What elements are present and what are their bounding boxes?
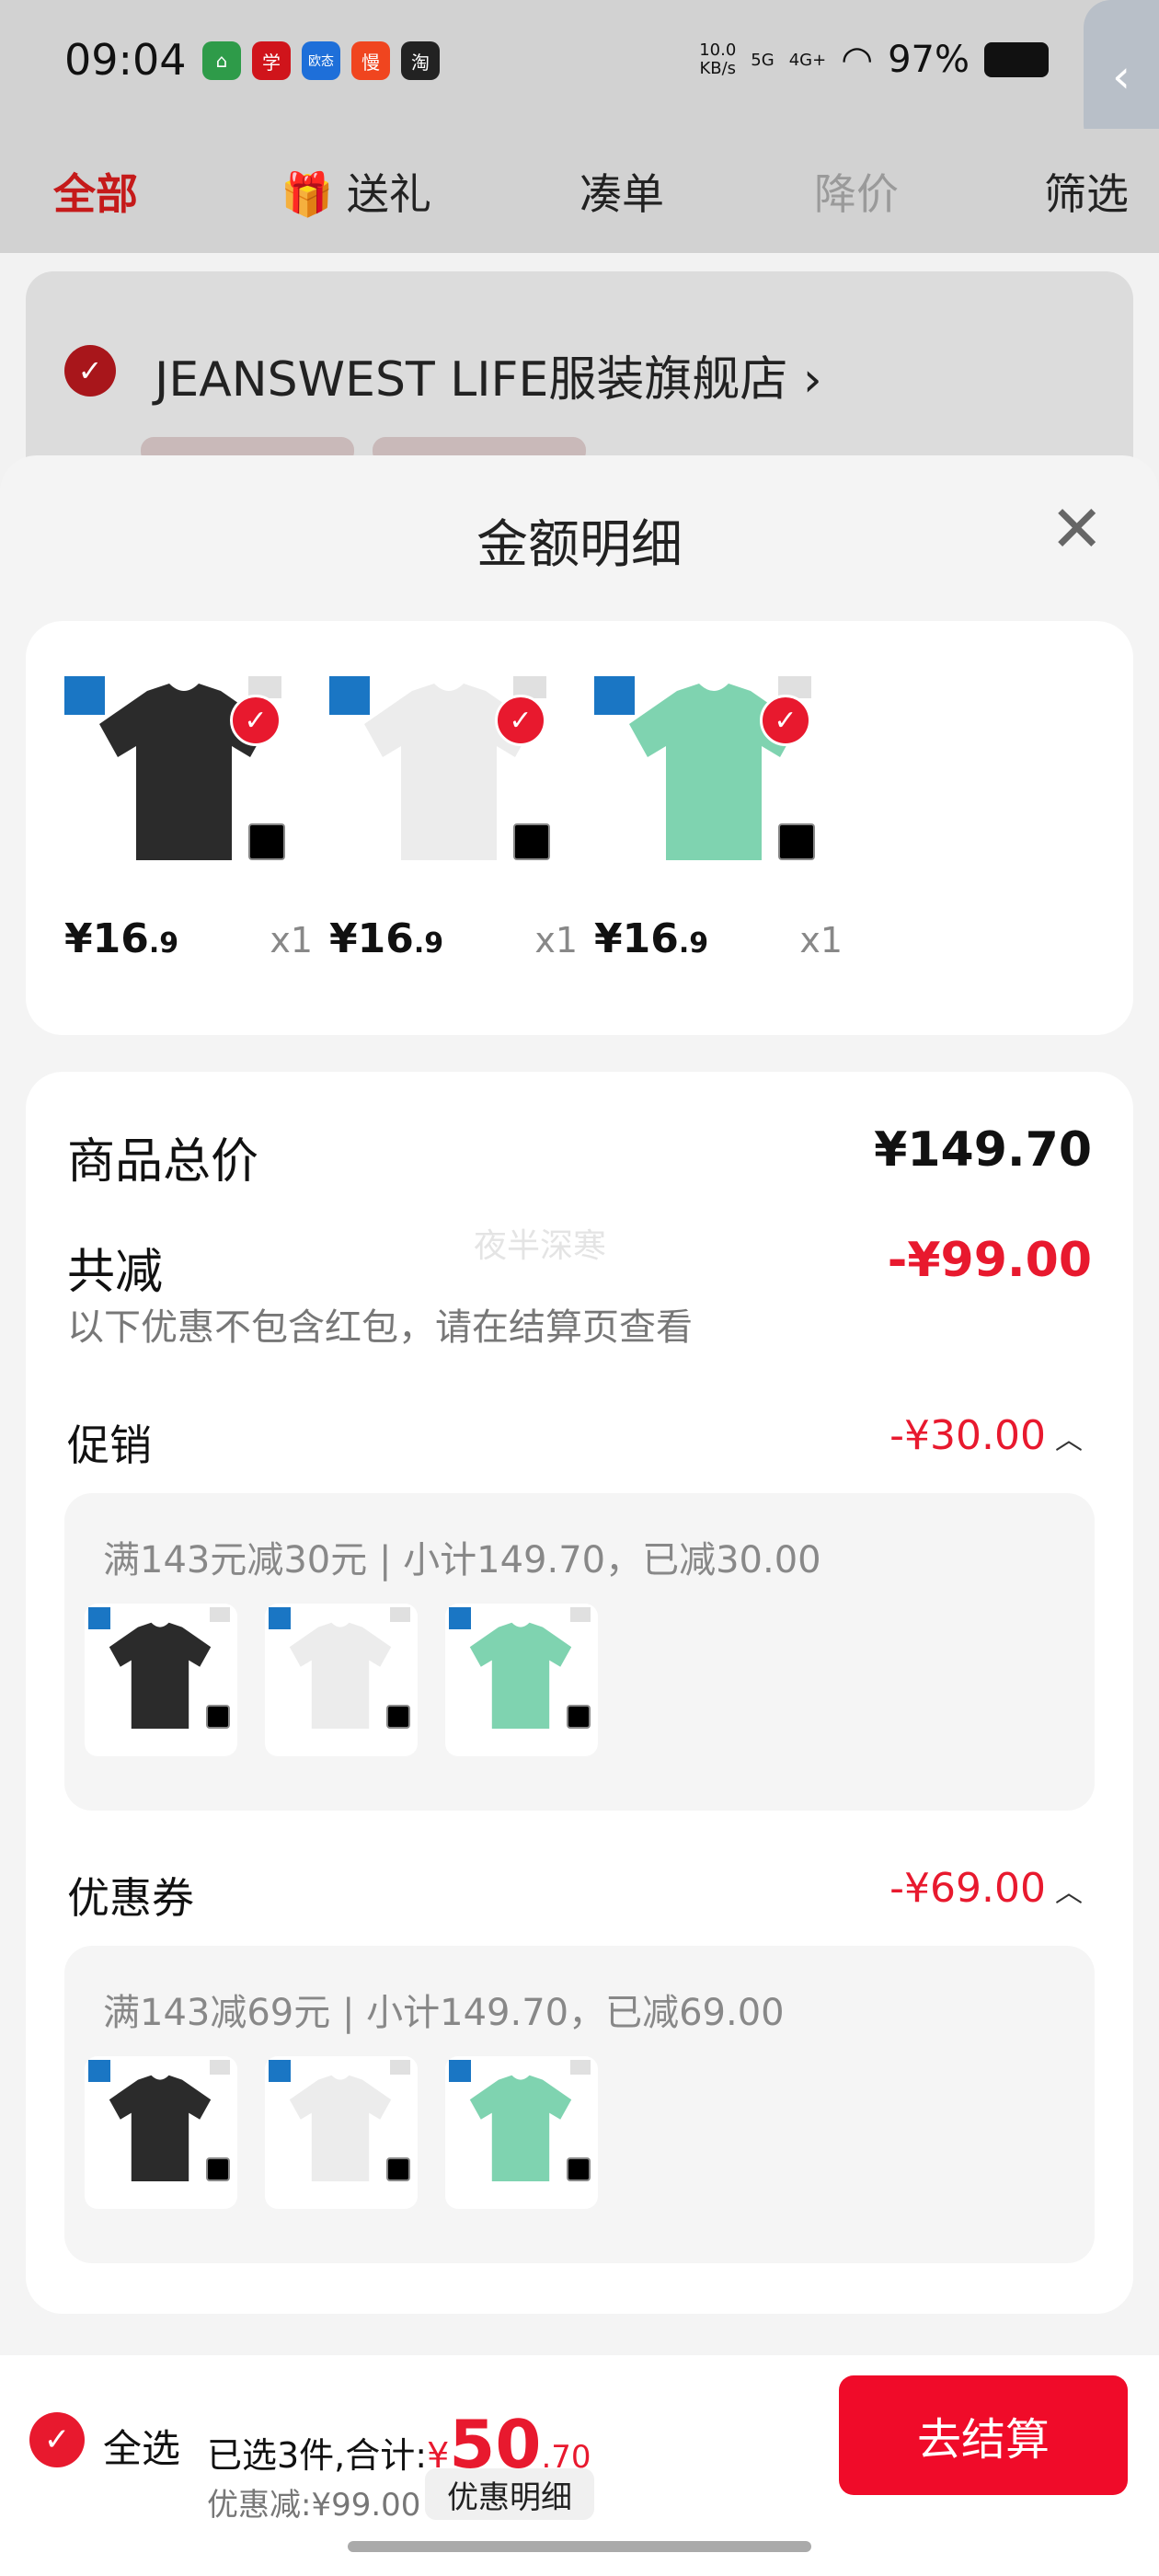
clock: 09:04: [64, 35, 187, 85]
tshirt-mint-thumb: [469, 1622, 572, 1729]
coupon-label: 优惠券: [67, 1873, 194, 1923]
tag-icon: [210, 2060, 230, 2075]
goods-price: ¥16.9: [594, 915, 709, 962]
signal-5g-icon: 5G: [751, 50, 775, 70]
tag-icon: [570, 2060, 591, 2075]
coupon-rule: 满143减69元 | 小计149.70，已减69.00: [103, 1992, 785, 2034]
notification-icons: ⌂ 学 欧态 慢 淘: [202, 41, 440, 80]
system-indicators: 10.0 KB/s 5G 4G+ ◠ 97%: [699, 39, 1049, 81]
discount-amount: 优惠减:¥99.00: [207, 2487, 421, 2524]
phone-chip-icon: [778, 823, 815, 860]
brand-logo-icon: [449, 1607, 471, 1629]
goods-qty: x1: [534, 920, 578, 960]
tag-icon: [210, 1607, 230, 1622]
phone-chip-icon: [386, 2157, 410, 2181]
reduce-value: -¥99.00: [887, 1233, 1092, 1288]
wifi-icon: ◠: [841, 39, 874, 81]
brand-logo-icon: [269, 2060, 291, 2082]
brand-logo-icon: [269, 1607, 291, 1629]
check-icon: ✓: [495, 695, 546, 746]
check-icon: ✓: [230, 695, 281, 746]
promo-label: 促销: [67, 1420, 152, 1470]
phone-chip-icon: [513, 823, 550, 860]
reduce-note: 以下优惠不包含红包，请在结算页查看: [67, 1306, 693, 1349]
tag-icon: [570, 1607, 591, 1622]
select-all-label[interactable]: 全选: [103, 2418, 180, 2474]
coupon-goods-thumb: [85, 2056, 237, 2209]
brand-logo-icon: [594, 676, 635, 715]
brand-logo-icon: [88, 1607, 110, 1629]
promo-rule: 满143元减30元 | 小计149.70，已减30.00: [103, 1539, 821, 1581]
brand-logo-icon: [64, 676, 105, 715]
signal-4g-icon: 4G+: [788, 50, 827, 70]
tab-filter[interactable]: 筛选: [1044, 161, 1129, 222]
home-app-icon: ⌂: [202, 41, 241, 80]
coupon-goods-thumb: [265, 2056, 418, 2209]
promo-detail-box: 满143元减30元 | 小计149.70，已减30.00: [64, 1493, 1095, 1811]
filter-tabs: 全部 🎁 送礼 凑单 降价 筛选: [0, 129, 1159, 253]
reduce-label: 共减: [67, 1245, 164, 1300]
goods-price: ¥16.9: [329, 915, 444, 962]
battery-level: 97%: [888, 39, 970, 81]
phone-chip-icon: [567, 2157, 591, 2181]
tab-all[interactable]: 全部: [53, 161, 138, 222]
phone-chip-icon: [206, 2157, 230, 2181]
taobao-app-icon: 淘: [401, 41, 440, 80]
tshirt-white-thumb: [289, 1622, 392, 1729]
goods-card: ✓ ¥16.9 x1 ✓ ¥16.9 x1 ✓ ¥16.9 x1: [26, 621, 1133, 1035]
promo-value[interactable]: -¥30.00 ︿: [889, 1412, 1083, 1459]
home-indicator[interactable]: [348, 2541, 811, 2552]
promo-goods-thumb: [85, 1604, 237, 1756]
slow-app-icon: 慢: [351, 41, 390, 80]
tab-combine[interactable]: 凑单: [580, 161, 664, 222]
tshirt-black-thumb: [109, 1622, 212, 1729]
store-name[interactable]: JEANSWEST LIFE服装旗舰店 ›: [155, 340, 822, 409]
promo-goods-thumb: [445, 1604, 598, 1756]
total-label: 商品总价: [67, 1134, 259, 1190]
phone-chip-icon: [567, 1705, 591, 1729]
goods-item[interactable]: ✓ ¥16.9 x1: [64, 667, 313, 989]
chevron-up-icon: ︿: [1055, 1877, 1083, 1909]
store-checkbox[interactable]: ✓: [64, 345, 116, 397]
close-icon[interactable]: ✕: [1050, 497, 1104, 561]
coupon-goods-thumb: [445, 2056, 598, 2209]
goods-item[interactable]: ✓ ¥16.9 x1: [329, 667, 578, 989]
tshirt-black-thumb: [109, 2075, 212, 2181]
goods-qty: x1: [270, 920, 313, 960]
tshirt-white-thumb: [289, 2075, 392, 2181]
discount-detail-button[interactable]: 优惠明细: [425, 2468, 594, 2520]
tab-price-drop[interactable]: 降价: [814, 161, 899, 222]
chevron-up-icon: ︿: [1055, 1424, 1083, 1456]
study-app-icon: 学: [252, 41, 291, 80]
checkout-button[interactable]: 去结算: [839, 2375, 1128, 2495]
tag-icon: [390, 2060, 410, 2075]
brand-logo-icon: [449, 2060, 471, 2082]
status-bar: 09:04 ⌂ 学 欧态 慢 淘 10.0 KB/s 5G 4G+ ◠ 97%: [0, 0, 1159, 129]
total-value: ¥149.70: [874, 1122, 1092, 1178]
tshirt-mint-thumb: [469, 2075, 572, 2181]
sheet-title: 金额明细: [476, 515, 683, 575]
goods-item[interactable]: ✓ ¥16.9 x1: [594, 667, 843, 989]
promo-goods-thumb: [265, 1604, 418, 1756]
network-speed: 10.0 KB/s: [699, 40, 737, 78]
goods-qty: x1: [799, 920, 843, 960]
coupon-detail-box: 满143减69元 | 小计149.70，已减69.00: [64, 1946, 1095, 2263]
brand-logo-icon: [88, 2060, 110, 2082]
phone-chip-icon: [248, 823, 285, 860]
outai-app-icon: 欧态: [302, 41, 340, 80]
tag-icon: [390, 1607, 410, 1622]
coupon-value[interactable]: -¥69.00 ︿: [889, 1865, 1083, 1912]
phone-chip-icon: [386, 1705, 410, 1729]
battery-icon: [984, 42, 1049, 77]
select-all-checkbox[interactable]: ✓: [29, 2412, 85, 2467]
phone-chip-icon: [206, 1705, 230, 1729]
gift-icon: 🎁: [281, 169, 334, 219]
goods-price: ¥16.9: [64, 915, 179, 962]
watermark: 夜半深寒: [474, 1227, 607, 1265]
check-icon: ✓: [760, 695, 811, 746]
amount-detail-sheet: 金额明细 ✕ ✓ ¥16.9 x1 ✓ ¥16.9 x1 ✓ ¥16.9 x1 …: [0, 455, 1159, 2576]
brand-logo-icon: [329, 676, 370, 715]
tab-gift[interactable]: 🎁 送礼: [281, 161, 431, 222]
